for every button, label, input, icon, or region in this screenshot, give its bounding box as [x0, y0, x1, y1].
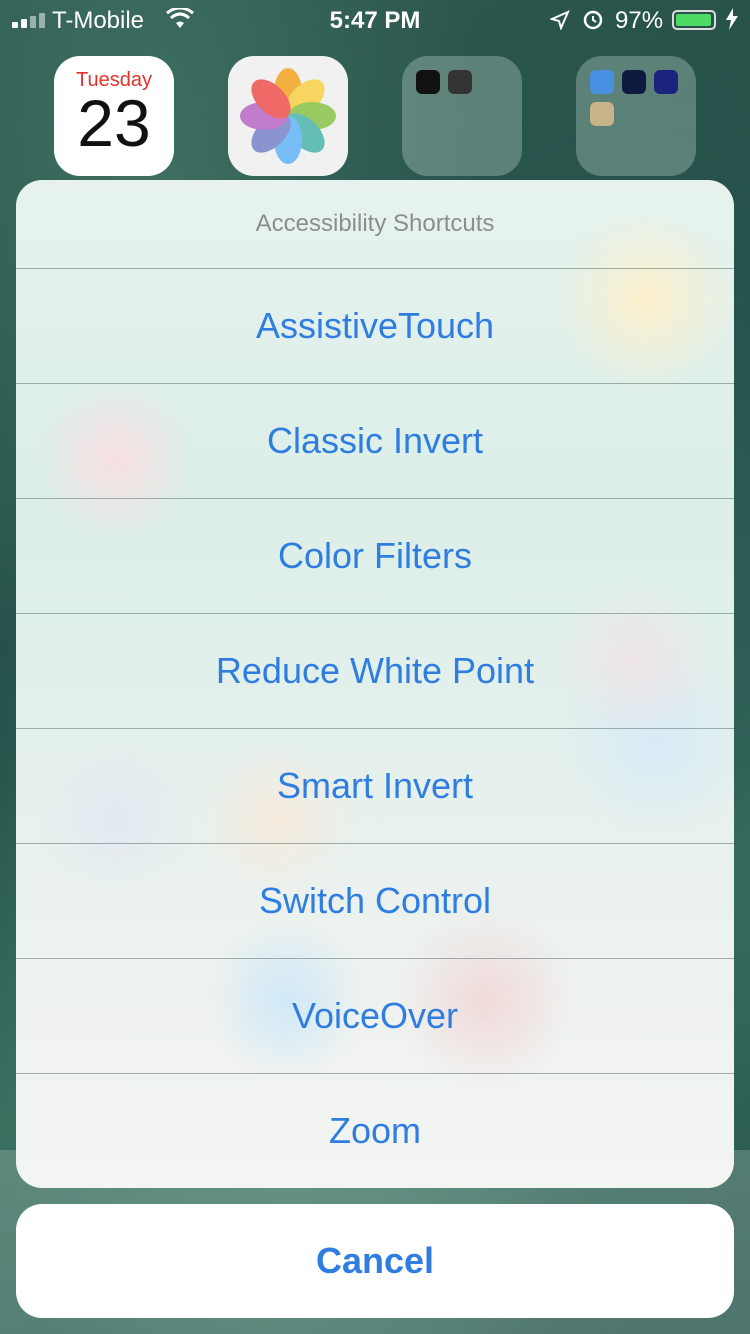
- mini-app-icon: [654, 70, 678, 94]
- cancel-button[interactable]: Cancel: [16, 1204, 734, 1318]
- calendar-app-icon[interactable]: Tuesday 23: [54, 56, 174, 176]
- option-color-filters[interactable]: Color Filters: [16, 499, 734, 614]
- photos-flower-icon: [240, 68, 336, 164]
- charging-icon: [726, 8, 738, 30]
- photos-app-icon[interactable]: [228, 56, 348, 176]
- app-folder-weather[interactable]: [576, 56, 696, 176]
- location-icon: [550, 10, 570, 30]
- option-classic-invert[interactable]: Classic Invert: [16, 384, 734, 499]
- camera-icon: [448, 70, 472, 94]
- option-smart-invert[interactable]: Smart Invert: [16, 729, 734, 844]
- option-assistivetouch[interactable]: AssistiveTouch: [16, 269, 734, 384]
- option-reduce-white-point[interactable]: Reduce White Point: [16, 614, 734, 729]
- option-switch-control[interactable]: Switch Control: [16, 844, 734, 959]
- mini-app-icon: [622, 70, 646, 94]
- home-screen-icons: Tuesday 23: [0, 56, 750, 176]
- mini-app-icon: [590, 102, 614, 126]
- weather-icon: [590, 70, 614, 94]
- battery-icon: [672, 10, 716, 30]
- option-voiceover[interactable]: VoiceOver: [16, 959, 734, 1074]
- alarm-icon: [583, 10, 603, 30]
- app-folder-camera[interactable]: [402, 56, 522, 176]
- sheet-title: Accessibility Shortcuts: [16, 180, 734, 269]
- calendar-date: 23: [77, 86, 151, 160]
- mini-app-icon: [416, 70, 440, 94]
- accessibility-shortcuts-sheet: Accessibility Shortcuts AssistiveTouch C…: [16, 180, 734, 1188]
- battery-percent: 97%: [615, 7, 664, 34]
- status-bar: T-Mobile 5:47 PM 97%: [0, 0, 750, 40]
- option-zoom[interactable]: Zoom: [16, 1074, 734, 1188]
